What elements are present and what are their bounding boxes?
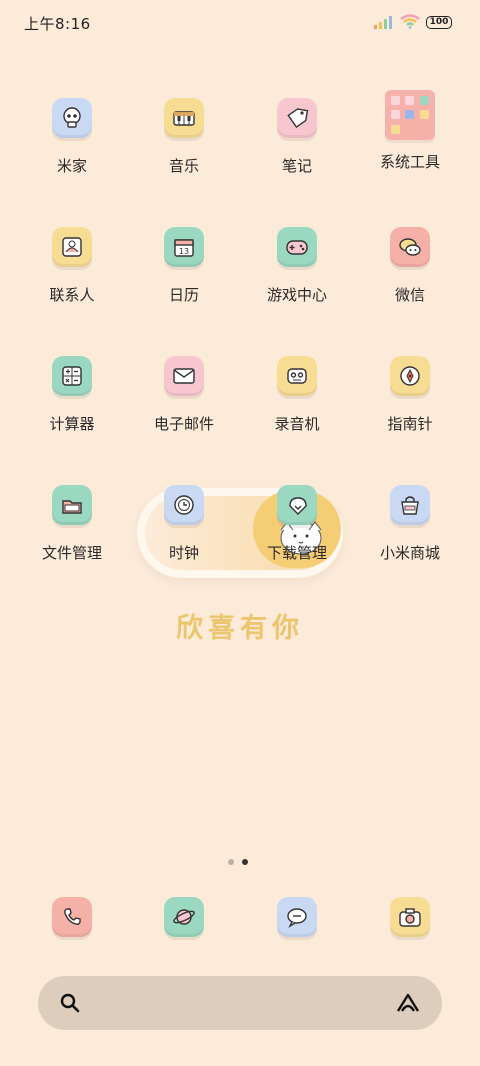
skull-icon bbox=[52, 98, 92, 138]
app-wechat[interactable]: 微信 bbox=[354, 227, 466, 305]
recorder-icon bbox=[277, 356, 317, 396]
wifi-icon bbox=[400, 14, 420, 29]
app-mi-store[interactable]: 小米商城 bbox=[354, 485, 466, 563]
assistant-icon[interactable] bbox=[394, 991, 422, 1015]
svg-text:13: 13 bbox=[179, 247, 189, 256]
app-label: 联系人 bbox=[49, 286, 95, 304]
app-clock[interactable]: 时钟 bbox=[128, 485, 240, 563]
battery-indicator: 100 bbox=[426, 16, 452, 29]
search-bar[interactable] bbox=[38, 976, 442, 1030]
app-download-manager[interactable]: 下载管理 bbox=[241, 485, 353, 563]
page-indicator bbox=[228, 850, 256, 869]
app-music[interactable]: 音乐 bbox=[128, 98, 240, 176]
compass-icon bbox=[390, 356, 430, 396]
app-calendar[interactable]: 13 日历 bbox=[128, 227, 240, 305]
dock-browser[interactable] bbox=[128, 897, 240, 937]
search-icon[interactable] bbox=[58, 991, 82, 1015]
app-label: 音乐 bbox=[168, 157, 199, 175]
app-label: 日历 bbox=[168, 286, 199, 304]
dock-phone[interactable] bbox=[16, 897, 128, 937]
app-label: 微信 bbox=[394, 286, 425, 304]
app-label: 米家 bbox=[56, 157, 87, 175]
download-icon bbox=[277, 485, 317, 525]
app-contacts[interactable]: 联系人 bbox=[16, 227, 128, 305]
piano-icon bbox=[164, 98, 204, 138]
app-file-manager[interactable]: 文件管理 bbox=[16, 485, 128, 563]
tag-icon bbox=[277, 98, 317, 138]
file-box-icon bbox=[52, 485, 92, 525]
app-label: 游戏中心 bbox=[266, 286, 327, 304]
contact-card-icon bbox=[52, 227, 92, 267]
app-game-center[interactable]: 游戏中心 bbox=[241, 227, 353, 305]
folder-system-tools[interactable]: 系统工具 bbox=[354, 90, 466, 172]
app-recorder[interactable]: 录音机 bbox=[241, 356, 353, 434]
message-icon bbox=[277, 897, 317, 937]
app-email[interactable]: 电子邮件 bbox=[128, 356, 240, 434]
app-label: 指南针 bbox=[387, 415, 433, 433]
app-compass[interactable]: 指南针 bbox=[354, 356, 466, 434]
app-label: 时钟 bbox=[168, 544, 199, 562]
status-time: 上午8:16 bbox=[24, 15, 91, 33]
chat-bubbles-icon bbox=[390, 227, 430, 267]
browser-planet-icon bbox=[164, 897, 204, 937]
app-calculator[interactable]: 计算器 bbox=[16, 356, 128, 434]
app-notes[interactable]: 笔记 bbox=[241, 98, 353, 176]
app-mijia[interactable]: 米家 bbox=[16, 98, 128, 176]
app-label: 下载管理 bbox=[266, 544, 327, 562]
mail-icon bbox=[164, 356, 204, 396]
app-label: 录音机 bbox=[274, 415, 320, 433]
camera-icon bbox=[390, 897, 430, 937]
signal-icon bbox=[374, 16, 392, 29]
slogan-text: 欣喜有你 bbox=[176, 613, 304, 644]
app-label: 文件管理 bbox=[41, 544, 102, 562]
app-label: 笔记 bbox=[281, 157, 312, 175]
calendar-icon: 13 bbox=[164, 227, 204, 267]
shop-bag-icon bbox=[390, 485, 430, 525]
page-dot-active[interactable] bbox=[242, 859, 248, 865]
gamepad-icon bbox=[277, 227, 317, 267]
phone-icon bbox=[52, 897, 92, 937]
dock-camera[interactable] bbox=[354, 897, 466, 937]
calculator-icon bbox=[52, 356, 92, 396]
app-label: 电子邮件 bbox=[153, 415, 214, 433]
status-bar: 上午8:16 100 bbox=[0, 0, 480, 46]
clock-icon bbox=[164, 485, 204, 525]
folder-icon bbox=[385, 90, 435, 140]
dock-messages[interactable] bbox=[241, 897, 353, 937]
battery-level: 100 bbox=[429, 17, 449, 27]
page-dot[interactable] bbox=[228, 859, 234, 865]
app-label: 小米商城 bbox=[379, 544, 440, 562]
app-label: 计算器 bbox=[49, 415, 95, 433]
app-label: 系统工具 bbox=[379, 153, 440, 171]
